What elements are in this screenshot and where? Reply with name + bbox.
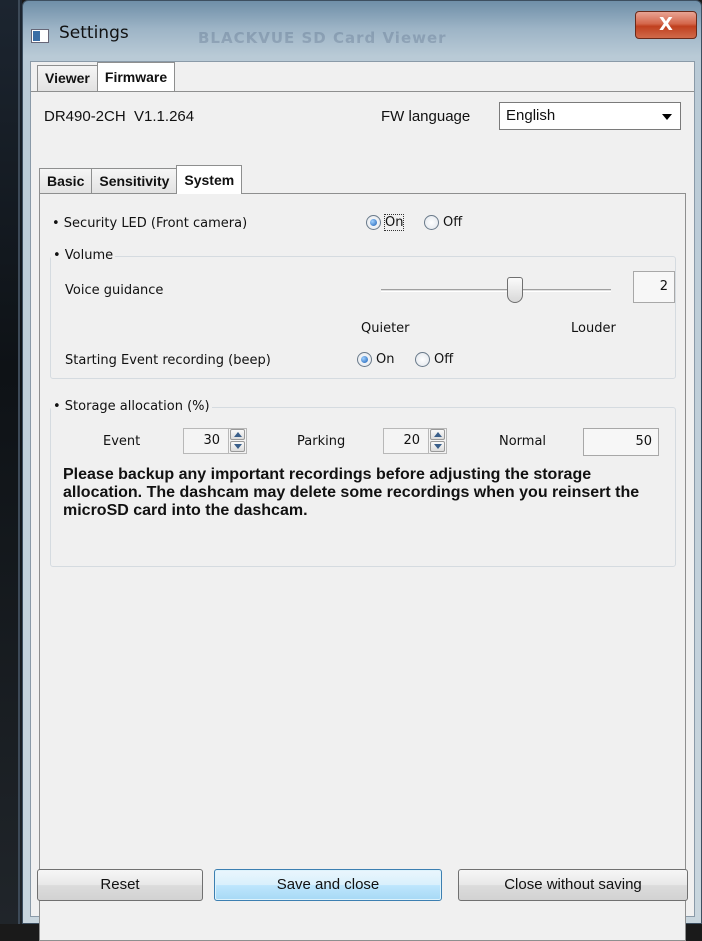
tab-firmware[interactable]: Firmware	[96, 62, 176, 91]
close-without-saving-button[interactable]: Close without saving	[458, 869, 688, 901]
parking-down-arrow-icon[interactable]	[430, 441, 445, 452]
security-led-label: • Security LED (Front camera)	[52, 216, 248, 231]
settings-window: Settings BLACKVUE SD Card Viewer X Viewe…	[22, 0, 702, 941]
tab-viewer[interactable]: Viewer	[37, 65, 98, 91]
radio-selected-icon	[357, 352, 372, 367]
radio-unselected-icon	[415, 352, 430, 367]
voice-guidance-label: Voice guidance	[65, 283, 164, 298]
tab-system[interactable]: System	[176, 165, 243, 194]
event-beep-on-label: On	[376, 352, 395, 367]
normal-value: 50	[583, 428, 659, 456]
parking-label: Parking	[297, 434, 346, 449]
event-value[interactable]: 30	[184, 429, 226, 453]
quieter-label: Quieter	[361, 321, 410, 336]
volume-title: • Volume	[51, 248, 116, 263]
save-and-close-button[interactable]: Save and close	[214, 869, 442, 901]
voice-guidance-slider-handle[interactable]	[507, 277, 523, 303]
reset-button[interactable]: Reset	[37, 869, 203, 901]
tab-sensitivity[interactable]: Sensitivity	[91, 168, 178, 194]
window-title: Settings	[59, 23, 129, 43]
event-beep-off-label: Off	[434, 352, 454, 367]
chevron-down-icon[interactable]	[662, 114, 672, 120]
voice-guidance-value: 2	[633, 271, 675, 303]
fw-language-value: English	[506, 107, 556, 124]
storage-allocation-group: • Storage allocation (%) Event 30 Parkin…	[50, 399, 676, 567]
title-bar[interactable]: Settings BLACKVUE SD Card Viewer X	[23, 1, 701, 61]
parking-value[interactable]: 20	[384, 429, 426, 453]
background-desktop	[0, 0, 22, 924]
window-client-area: Viewer Firmware DR490-2CH V1.1.264 FW la…	[30, 61, 695, 941]
normal-label: Normal	[499, 434, 547, 449]
louder-label: Louder	[571, 321, 616, 336]
fw-language-select[interactable]: English	[499, 102, 681, 130]
event-up-arrow-icon[interactable]	[230, 429, 245, 440]
event-beep-label: Starting Event recording (beep)	[65, 353, 271, 368]
tab-basic[interactable]: Basic	[39, 168, 93, 194]
close-button[interactable]: X	[635, 11, 697, 39]
event-beep-on-radio[interactable]: On	[357, 352, 394, 367]
security-led-on-label: On	[383, 214, 405, 231]
fw-language-label: FW language	[381, 108, 471, 125]
event-label: Event	[103, 434, 141, 449]
storage-title: • Storage allocation (%)	[51, 399, 212, 414]
model-name: DR490-2CH	[44, 108, 126, 125]
sub-tab-strip: Basic Sensitivity System	[39, 165, 243, 194]
security-led-on-radio[interactable]: On	[366, 214, 405, 231]
storage-warning-text: Please backup any important recordings b…	[63, 466, 640, 519]
radio-selected-icon	[366, 215, 381, 230]
firmware-panel: DR490-2CH V1.1.264 FW language English B…	[31, 91, 694, 941]
security-led-off-label: Off	[443, 215, 463, 230]
voice-guidance-slider-track[interactable]	[381, 289, 611, 292]
model-version: DR490-2CH V1.1.264	[44, 108, 194, 125]
parking-up-arrow-icon[interactable]	[430, 429, 445, 440]
event-down-arrow-icon[interactable]	[230, 441, 245, 452]
volume-group: • Volume Voice guidance 2 Quieter Louder…	[50, 248, 676, 379]
app-icon	[31, 29, 49, 43]
event-beep-off-radio[interactable]: Off	[415, 352, 453, 367]
background-window-title: BLACKVUE SD Card Viewer	[198, 29, 447, 47]
security-led-off-radio[interactable]: Off	[424, 215, 462, 230]
radio-unselected-icon	[424, 215, 439, 230]
firmware-version: V1.1.264	[134, 108, 195, 125]
parking-stepper[interactable]: 20	[383, 428, 447, 454]
top-tab-strip: Viewer Firmware	[37, 62, 176, 91]
event-stepper[interactable]: 30	[183, 428, 247, 454]
system-panel: • Security LED (Front camera) On Off • V…	[39, 193, 686, 941]
